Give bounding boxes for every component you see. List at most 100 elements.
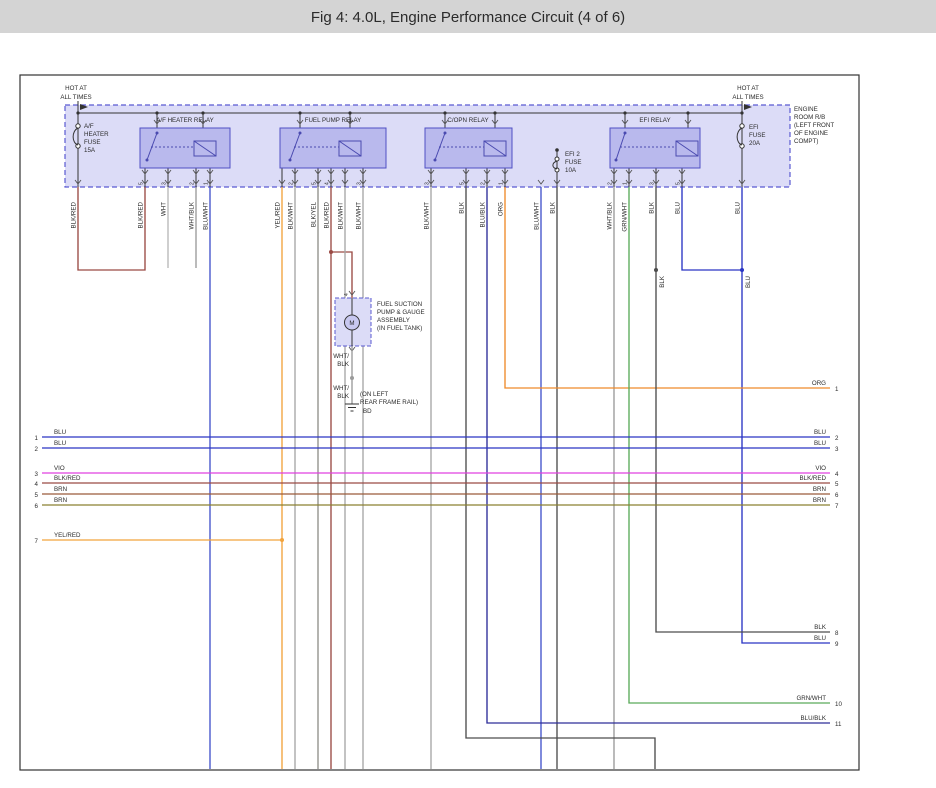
junction-dot <box>740 268 744 272</box>
relay-pin-number: 5 <box>139 182 145 185</box>
wire-grnwht <box>629 187 830 703</box>
hot-at-label: HOT AT <box>737 85 759 92</box>
connector-number: 9 <box>835 641 839 648</box>
motor-letter: M <box>349 320 354 327</box>
fuse-terminal <box>740 124 744 128</box>
wire-color-label: BLU/WHT <box>203 202 210 230</box>
connector-wire-label: BLU <box>814 635 826 642</box>
connector-number: 6 <box>35 503 39 510</box>
wire-color-label: BLK/WHT <box>288 202 295 230</box>
wire-color-label: BLU <box>735 202 742 214</box>
relay-pin-number: 2 <box>289 182 295 185</box>
wire-blkred-loop <box>78 187 145 270</box>
connector-wire-label: VIO <box>54 465 65 472</box>
connector-wire-label: BLK/RED <box>54 475 81 482</box>
relay-contact <box>299 132 302 135</box>
left-connectors: 1 BLU 2 BLU 3 VIO 4 BLK/RED 5 BRN 6 BRN … <box>35 429 81 545</box>
wire-color-label: BLK <box>550 201 557 214</box>
pump-name-line: FUEL SUCTION <box>377 301 422 308</box>
hot-at-label: HOT AT <box>65 85 87 92</box>
relay-pin-number: 3 <box>162 182 168 185</box>
connector-wire-label: BLK/RED <box>800 475 827 482</box>
pump-name-line: ASSEMBLY <box>377 317 410 324</box>
callout-line: COMPT) <box>794 138 818 145</box>
engine-room-callout: ENGINE ROOM R/B (LEFT FRONT OF ENGINE CO… <box>794 106 834 145</box>
fuel-pump-assembly: 4 M FUEL SUCTION PUMP & GAUGE ASSEMBLY (… <box>333 291 425 415</box>
fuse-label: FUSE <box>565 159 582 166</box>
wire-color-label: BLK <box>459 201 466 214</box>
fuse-label: 15A <box>84 147 96 154</box>
callout-line: ENGINE <box>794 106 818 113</box>
pump-name-line: (IN FUEL TANK) <box>377 325 422 332</box>
relay-pin-number: 4 <box>325 182 331 185</box>
connector-wire-label: YEL/RED <box>54 532 81 539</box>
wire-color-label: WHT/ <box>333 385 349 392</box>
connector-number: 1 <box>35 435 39 442</box>
wire-color-label: BLK <box>337 393 350 400</box>
connector-number: 8 <box>835 630 839 637</box>
horizontal-wires <box>42 437 830 540</box>
wire-color-label: BLU/BLK <box>480 201 487 227</box>
connector-wire-label: VIO <box>815 465 826 472</box>
connector-number: 11 <box>835 721 842 728</box>
connector-wire-label: BRN <box>54 486 67 493</box>
vertical-wires <box>78 187 830 769</box>
junction-dot <box>740 111 743 114</box>
wire-color-label: BLK/WHT <box>338 202 345 230</box>
connector-number: 7 <box>835 503 839 510</box>
pump-pin-number: 4 <box>344 293 350 296</box>
connector-number: 6 <box>835 492 839 499</box>
pump-name-line: PUMP & GAUGE <box>377 309 425 316</box>
relay-pin-number: 3 <box>650 182 656 185</box>
page-title: Fig 4: 4.0L, Engine Performance Circuit … <box>311 9 625 26</box>
relay-pin-number: 1 <box>623 182 629 185</box>
relay-pin-number: 2 <box>190 182 196 185</box>
relay-body <box>280 128 386 168</box>
hot-at-right: HOT AT ALL TIMES <box>732 85 763 101</box>
wire-color-label: BLU <box>675 202 682 214</box>
connector-number: 5 <box>35 492 39 499</box>
connector-number: 2 <box>835 435 839 442</box>
connector-number: 3 <box>835 446 839 453</box>
callout-line: ROOM R/B <box>794 114 825 121</box>
callout-line: (LEFT FRONT <box>794 122 834 129</box>
relay-contact <box>444 132 447 135</box>
relay-pin-number: 2 <box>608 182 614 185</box>
wire-color-label: WHT <box>161 202 168 216</box>
relay-pin-number: 3 <box>357 182 363 185</box>
ground-icon <box>345 404 359 411</box>
wire-color-label: YEL/RED <box>275 201 282 228</box>
connector-wire-label: GRN/WHT <box>796 695 826 702</box>
ground-location: REAR FRAME RAIL) <box>360 399 418 406</box>
hot-at-label: ALL TIMES <box>732 94 763 101</box>
junction-dot <box>280 538 284 542</box>
wiring-diagram-page: Fig 4: 4.0L, Engine Performance Circuit … <box>0 0 936 788</box>
relay-pin-number: 5 <box>312 182 318 185</box>
wire-org <box>505 187 830 388</box>
relay-body <box>425 128 512 168</box>
wire-color-label: WHT/ <box>333 353 349 360</box>
wire-color-label: BLU <box>745 276 752 288</box>
wire-color-label: BLK/RED <box>138 201 145 228</box>
wire-color-label: BLU/WHT <box>534 202 541 230</box>
relay-contact <box>434 159 437 162</box>
relay-contact <box>615 159 618 162</box>
connector-number: 7 <box>35 538 39 545</box>
wire-color-label: BLK <box>337 361 350 368</box>
connector-number: 4 <box>35 481 39 488</box>
relay-contact <box>289 159 292 162</box>
relay-contact <box>146 159 149 162</box>
ground-location: (ON LEFT <box>360 391 388 398</box>
wire-color-label: BLK <box>649 201 656 214</box>
junction-dot <box>350 376 354 380</box>
connector-number: 3 <box>35 471 39 478</box>
fuse-label: HEATER <box>84 131 109 138</box>
fuse-label: FUSE <box>749 132 766 139</box>
relay-pin-number: 3 <box>425 182 431 185</box>
junction-dot <box>329 250 333 254</box>
relay-name: C/OPN RELAY <box>447 117 488 124</box>
right-connectors: ORG 1 BLU 2 BLU 3 VIO 4 BLK/RED 5 BRN 6 … <box>796 380 842 728</box>
connector-number: 1 <box>835 386 839 393</box>
connector-wire-label: BLU <box>814 429 826 436</box>
wire-color-label: GRN/WHT <box>622 202 629 232</box>
